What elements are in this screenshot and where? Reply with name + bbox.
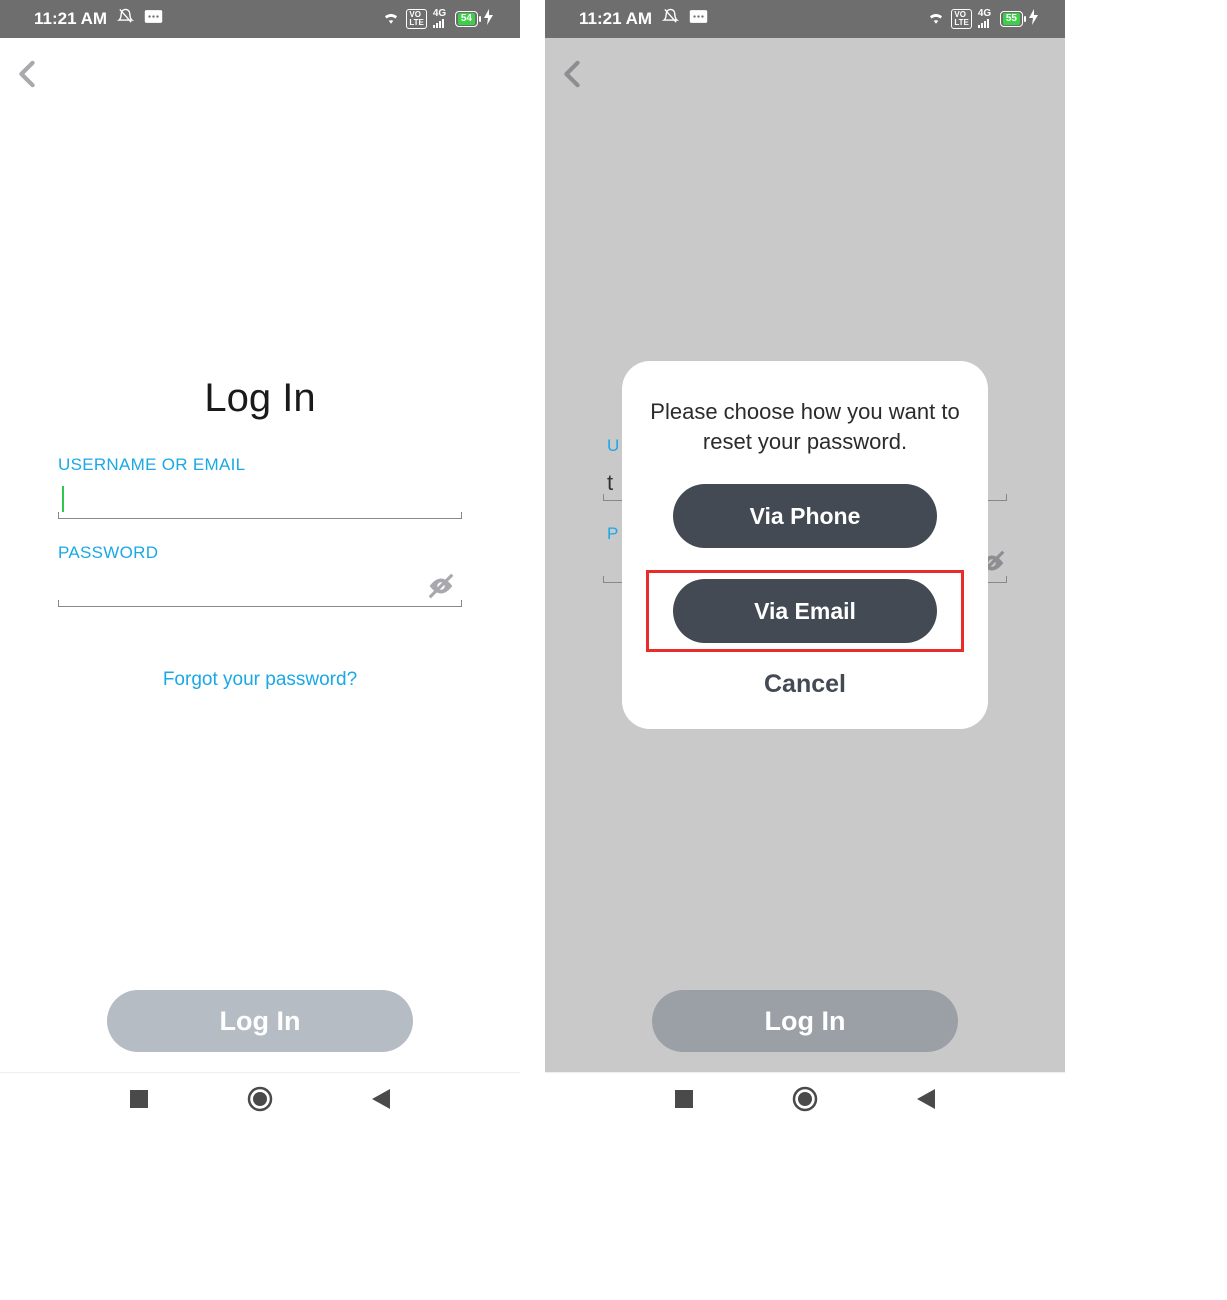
volte-icon: VOLTE bbox=[951, 9, 972, 29]
network-icon: 4G bbox=[433, 9, 449, 30]
status-time: 11:21 AM bbox=[579, 9, 652, 29]
back-button[interactable] bbox=[18, 60, 36, 93]
android-nav-bar bbox=[0, 1072, 520, 1130]
via-phone-button[interactable]: Via Phone bbox=[673, 484, 937, 548]
via-email-highlight: Via Email bbox=[646, 570, 964, 652]
password-input[interactable] bbox=[58, 571, 462, 602]
charging-icon bbox=[484, 9, 494, 30]
login-button[interactable]: Log In bbox=[107, 990, 413, 1052]
password-label: PASSWORD bbox=[58, 543, 462, 563]
cancel-button[interactable]: Cancel bbox=[642, 670, 968, 699]
wifi-icon bbox=[382, 9, 400, 29]
login-screen-dimmed: U t P Log In Please choose how you want … bbox=[545, 38, 1065, 1072]
password-input-wrap[interactable] bbox=[58, 567, 462, 607]
battery-icon: 54 bbox=[455, 11, 478, 27]
recent-apps-icon[interactable] bbox=[130, 1090, 148, 1113]
status-bar: 11:21 AM VOLTE 4G 54 bbox=[0, 0, 520, 38]
network-icon: 4G bbox=[978, 9, 994, 30]
mute-icon bbox=[662, 8, 679, 30]
volte-icon: VOLTE bbox=[406, 9, 427, 29]
password-field-group: PASSWORD bbox=[58, 543, 462, 607]
reset-password-modal: Please choose how you want to reset your… bbox=[622, 361, 988, 729]
recent-apps-icon[interactable] bbox=[675, 1090, 693, 1113]
eye-slash-icon[interactable] bbox=[426, 571, 456, 606]
login-title: Log In bbox=[58, 376, 462, 421]
back-nav-icon[interactable] bbox=[917, 1089, 935, 1114]
mute-icon bbox=[117, 8, 134, 30]
username-input-wrap[interactable] bbox=[58, 479, 462, 519]
phone-right-reset-modal: 11:21 AM VOLTE 4G 55 bbox=[545, 0, 1065, 1130]
username-input[interactable] bbox=[64, 483, 462, 514]
modal-overlay: Please choose how you want to reset your… bbox=[545, 38, 1065, 1072]
username-label: USERNAME OR EMAIL bbox=[58, 455, 462, 475]
message-icon bbox=[689, 9, 708, 29]
back-nav-icon[interactable] bbox=[372, 1089, 390, 1114]
via-email-button[interactable]: Via Email bbox=[673, 579, 937, 643]
modal-prompt: Please choose how you want to reset your… bbox=[642, 397, 968, 456]
battery-icon: 55 bbox=[1000, 11, 1023, 27]
home-icon[interactable] bbox=[792, 1086, 818, 1117]
charging-icon bbox=[1029, 9, 1039, 30]
wifi-icon bbox=[927, 9, 945, 29]
message-icon bbox=[144, 9, 163, 29]
phone-left-login: 11:21 AM VOLTE 4G 54 bbox=[0, 0, 520, 1130]
forgot-password-link[interactable]: Forgot your password? bbox=[163, 669, 357, 691]
username-field-group: USERNAME OR EMAIL bbox=[58, 455, 462, 519]
home-icon[interactable] bbox=[247, 1086, 273, 1117]
status-bar: 11:21 AM VOLTE 4G 55 bbox=[545, 0, 1065, 38]
login-screen: Log In USERNAME OR EMAIL PASSWORD Forgot… bbox=[0, 38, 520, 1072]
android-nav-bar bbox=[545, 1072, 1065, 1130]
status-time: 11:21 AM bbox=[34, 9, 107, 29]
